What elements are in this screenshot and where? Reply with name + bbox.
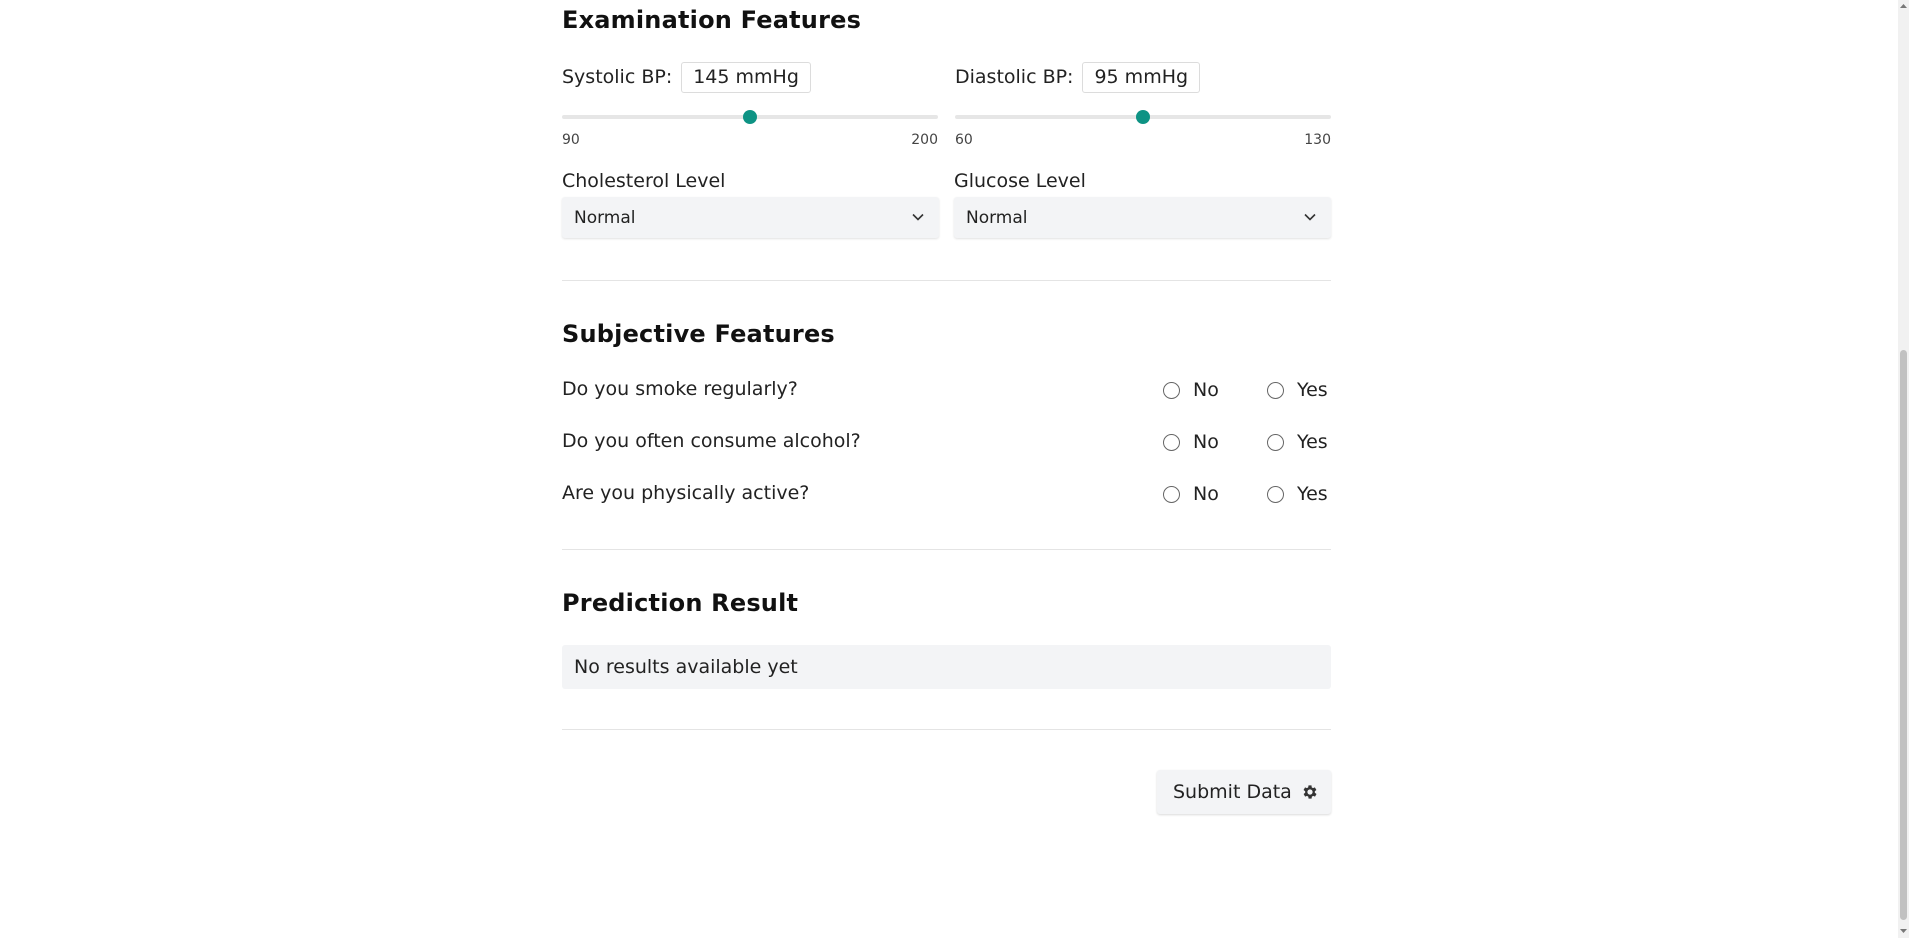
section-divider (562, 729, 1331, 730)
question-text: Are you physically active? (562, 482, 810, 504)
radio-button[interactable] (1163, 433, 1180, 451)
scroll-up-arrow-icon[interactable] (1900, 2, 1907, 10)
active-no-option[interactable]: No (1163, 482, 1219, 506)
systolic-bp-slider[interactable] (562, 110, 938, 124)
alcohol-no-option[interactable]: No (1163, 430, 1219, 454)
systolic-min-label: 90 (562, 132, 580, 148)
radio-button[interactable] (1163, 485, 1180, 503)
diastolic-slider-thumb[interactable] (1136, 110, 1150, 124)
question-active: Are you physically active? No Yes (562, 479, 1331, 509)
radio-label: Yes (1297, 431, 1328, 453)
radio-button[interactable] (1267, 381, 1284, 399)
systolic-max-label: 200 (911, 132, 938, 148)
smoke-no-option[interactable]: No (1163, 378, 1219, 402)
chevron-down-icon (912, 213, 924, 221)
cholesterol-level-label: Cholesterol Level (562, 170, 726, 192)
radio-label: Yes (1297, 379, 1328, 401)
question-text: Do you often consume alcohol? (562, 430, 861, 452)
radio-label: No (1193, 431, 1219, 453)
scroll-down-arrow-icon[interactable] (1900, 927, 1907, 935)
diastolic-bp-value: 95 mmHg (1082, 61, 1201, 93)
gear-icon (1303, 785, 1317, 799)
smoke-yes-option[interactable]: Yes (1267, 378, 1328, 402)
section-divider (562, 280, 1331, 281)
submit-data-button[interactable]: Submit Data (1157, 770, 1331, 814)
radio-button[interactable] (1267, 433, 1284, 451)
systolic-slider-thumb[interactable] (743, 110, 757, 124)
question-text: Do you smoke regularly? (562, 378, 798, 400)
systolic-bp-value: 145 mmHg (681, 61, 811, 93)
subjective-section-title: Subjective Features (562, 320, 835, 348)
scrollbar-thumb[interactable] (1900, 350, 1907, 920)
radio-button[interactable] (1267, 485, 1284, 503)
diastolic-bp-label: Diastolic BP: (955, 66, 1074, 88)
alcohol-yes-option[interactable]: Yes (1267, 430, 1328, 454)
radio-label: No (1193, 379, 1219, 401)
glucose-selected-value: Normal (966, 207, 1028, 228)
prediction-result-box: No results available yet (562, 645, 1331, 689)
radio-button[interactable] (1163, 381, 1180, 399)
radio-label: Yes (1297, 483, 1328, 505)
page-scrollbar[interactable] (1898, 0, 1909, 938)
cholesterol-selected-value: Normal (574, 207, 636, 228)
diastolic-max-label: 130 (1304, 132, 1331, 148)
submit-button-label: Submit Data (1173, 781, 1292, 803)
glucose-level-select[interactable]: Normal (954, 197, 1331, 238)
question-alcohol: Do you often consume alcohol? No Yes (562, 427, 1331, 457)
diastolic-bp-slider[interactable] (955, 110, 1331, 124)
section-divider (562, 549, 1331, 550)
question-smoke: Do you smoke regularly? No Yes (562, 375, 1331, 405)
chevron-down-icon (1304, 213, 1316, 221)
glucose-level-label: Glucose Level (954, 170, 1086, 192)
diastolic-bp-header: Diastolic BP: 95 mmHg (955, 61, 1201, 93)
systolic-bp-label: Systolic BP: (562, 66, 673, 88)
diastolic-min-label: 60 (955, 132, 973, 148)
examination-section-title: Examination Features (562, 6, 862, 34)
prediction-section-title: Prediction Result (562, 589, 799, 617)
systolic-bp-header: Systolic BP: 145 mmHg (562, 61, 811, 93)
active-yes-option[interactable]: Yes (1267, 482, 1328, 506)
radio-label: No (1193, 483, 1219, 505)
cholesterol-level-select[interactable]: Normal (562, 197, 939, 238)
